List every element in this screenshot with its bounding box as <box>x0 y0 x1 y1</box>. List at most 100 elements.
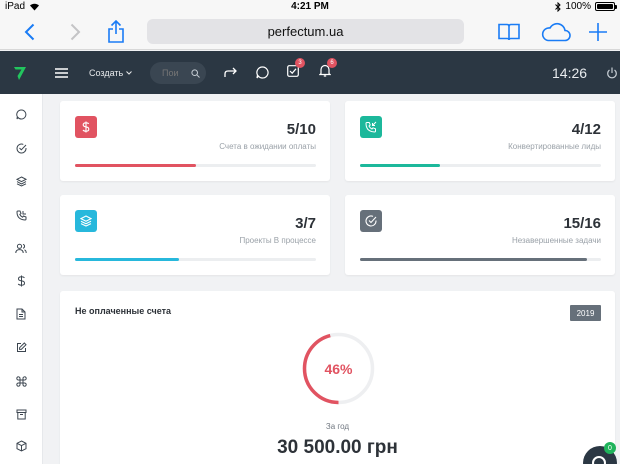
logo-icon <box>14 66 26 80</box>
file-icon <box>16 308 26 320</box>
new-tab-button[interactable] <box>586 14 610 50</box>
share-arrow-icon <box>224 67 237 77</box>
stat-progress-bar <box>360 258 587 261</box>
stat-card-invoices[interactable]: 5/10 Счета в ожидании оплаты <box>60 101 330 181</box>
cloud-icon <box>541 22 571 42</box>
stat-value: 4/12 <box>571 121 601 138</box>
sidebar-item-projects[interactable] <box>11 171 31 191</box>
book-icon <box>498 23 520 41</box>
create-label: Создать <box>89 67 124 78</box>
stat-icon-box <box>75 210 97 232</box>
timer-button[interactable] <box>224 51 237 94</box>
sidebar-item-archive[interactable] <box>11 404 31 424</box>
sidebar-item-calls[interactable] <box>11 205 31 225</box>
browser-toolbar: perfectum.ua <box>0 14 620 50</box>
stat-progress-track <box>75 164 316 167</box>
share-icon <box>108 20 124 43</box>
period-label: За год <box>325 422 350 431</box>
dollar-icon <box>17 275 25 287</box>
stat-label: Конвертированные лиды <box>508 142 601 151</box>
search-box[interactable] <box>150 62 206 84</box>
layers-icon <box>80 215 92 227</box>
stat-value: 5/10 <box>286 121 316 138</box>
unpaid-amount: 30 500.00 грн <box>277 437 398 458</box>
status-time: 4:21 PM <box>291 1 329 12</box>
app-header: Создать 3 6 14:26 <box>0 51 620 94</box>
dollar-icon <box>82 121 90 133</box>
menu-toggle-button[interactable] <box>55 51 68 94</box>
chat-bubble-icon <box>256 66 269 79</box>
stat-progress-track <box>360 164 601 167</box>
stat-label: Проекты В процессе <box>239 236 316 245</box>
chevron-down-icon <box>126 70 133 75</box>
archive-icon <box>16 409 26 419</box>
check-circle-icon <box>16 143 27 153</box>
sidebar-item-clients[interactable] <box>11 238 31 258</box>
bluetooth-icon <box>555 1 562 12</box>
chevron-right-icon <box>70 23 80 41</box>
url-text: perfectum.ua <box>267 24 344 39</box>
stat-value: 15/16 <box>563 215 601 232</box>
unpaid-percent: 46% <box>324 360 353 377</box>
sidebar-item-products[interactable] <box>11 436 31 456</box>
sidebar-item-shortcuts[interactable] <box>11 371 31 391</box>
tasks-badge: 3 <box>295 57 305 68</box>
search-icon <box>191 68 200 78</box>
url-bar[interactable]: perfectum.ua <box>147 19 464 44</box>
chat-icon <box>15 109 26 119</box>
stat-progress-track <box>360 258 601 261</box>
sidebar <box>0 94 43 464</box>
forward-button[interactable] <box>64 14 86 50</box>
sidebar-item-chat[interactable] <box>11 104 31 124</box>
stat-value: 3/7 <box>295 215 316 232</box>
stat-progress-bar <box>360 164 441 167</box>
phone-incoming-icon <box>365 121 377 133</box>
year-filter-button[interactable]: 2019 <box>570 305 601 321</box>
sidebar-item-documents[interactable] <box>11 304 31 324</box>
header-clock: 14:26 <box>552 64 588 81</box>
notifications-badge: 6 <box>327 57 337 68</box>
unpaid-invoices-card: Не оплаченные счета 2019 46% За год 30 5… <box>60 291 615 464</box>
share-button[interactable] <box>104 14 128 50</box>
notifications-button[interactable]: 6 <box>318 51 337 94</box>
icloud-tabs-button[interactable] <box>540 14 572 50</box>
stat-icon-box <box>75 116 97 138</box>
sidebar-item-finance[interactable] <box>11 271 31 291</box>
status-bar: iPad 4:21 PM 100% <box>0 0 620 14</box>
stat-progress-track <box>75 258 316 261</box>
stat-progress-bar <box>75 164 196 167</box>
users-icon <box>15 243 27 253</box>
back-button[interactable] <box>18 14 40 50</box>
create-dropdown[interactable]: Создать <box>89 51 133 94</box>
unpaid-progress-ring: 46% <box>301 331 376 406</box>
stat-label: Незавершенные задачи <box>511 236 601 245</box>
box-icon <box>16 440 26 452</box>
tasks-button[interactable]: 3 <box>287 51 305 94</box>
app-logo[interactable] <box>12 51 28 94</box>
help-chat-button[interactable]: 0 <box>583 442 617 464</box>
battery-icon <box>595 2 617 11</box>
sidebar-item-tasks[interactable] <box>11 138 31 158</box>
layers-icon <box>15 175 27 187</box>
unpaid-invoices-title: Не оплаченные счета <box>75 306 172 316</box>
plus-icon <box>589 23 607 41</box>
chevron-left-icon <box>24 23 34 41</box>
stat-label: Счета в ожидании оплаты <box>219 142 316 151</box>
stat-card-tasks[interactable]: 15/16 Незавершенные задачи <box>345 195 615 275</box>
help-badge: 0 <box>604 442 616 454</box>
battery-percent: 100% <box>565 1 591 12</box>
chat-button[interactable] <box>256 51 269 94</box>
stat-icon-box <box>360 210 382 232</box>
search-input[interactable] <box>162 68 188 78</box>
stat-card-leads[interactable]: 4/12 Конвертированные лиды <box>345 101 615 181</box>
power-icon <box>607 67 617 78</box>
logout-button[interactable] <box>606 51 618 94</box>
phone-icon <box>15 210 26 221</box>
stat-card-projects[interactable]: 3/7 Проекты В процессе <box>60 195 330 275</box>
hamburger-icon <box>55 67 68 78</box>
bookmarks-button[interactable] <box>497 14 521 50</box>
sidebar-item-edit[interactable] <box>11 337 31 357</box>
command-icon <box>15 375 27 387</box>
edit-icon <box>16 341 27 352</box>
check-circle-icon <box>365 215 377 227</box>
